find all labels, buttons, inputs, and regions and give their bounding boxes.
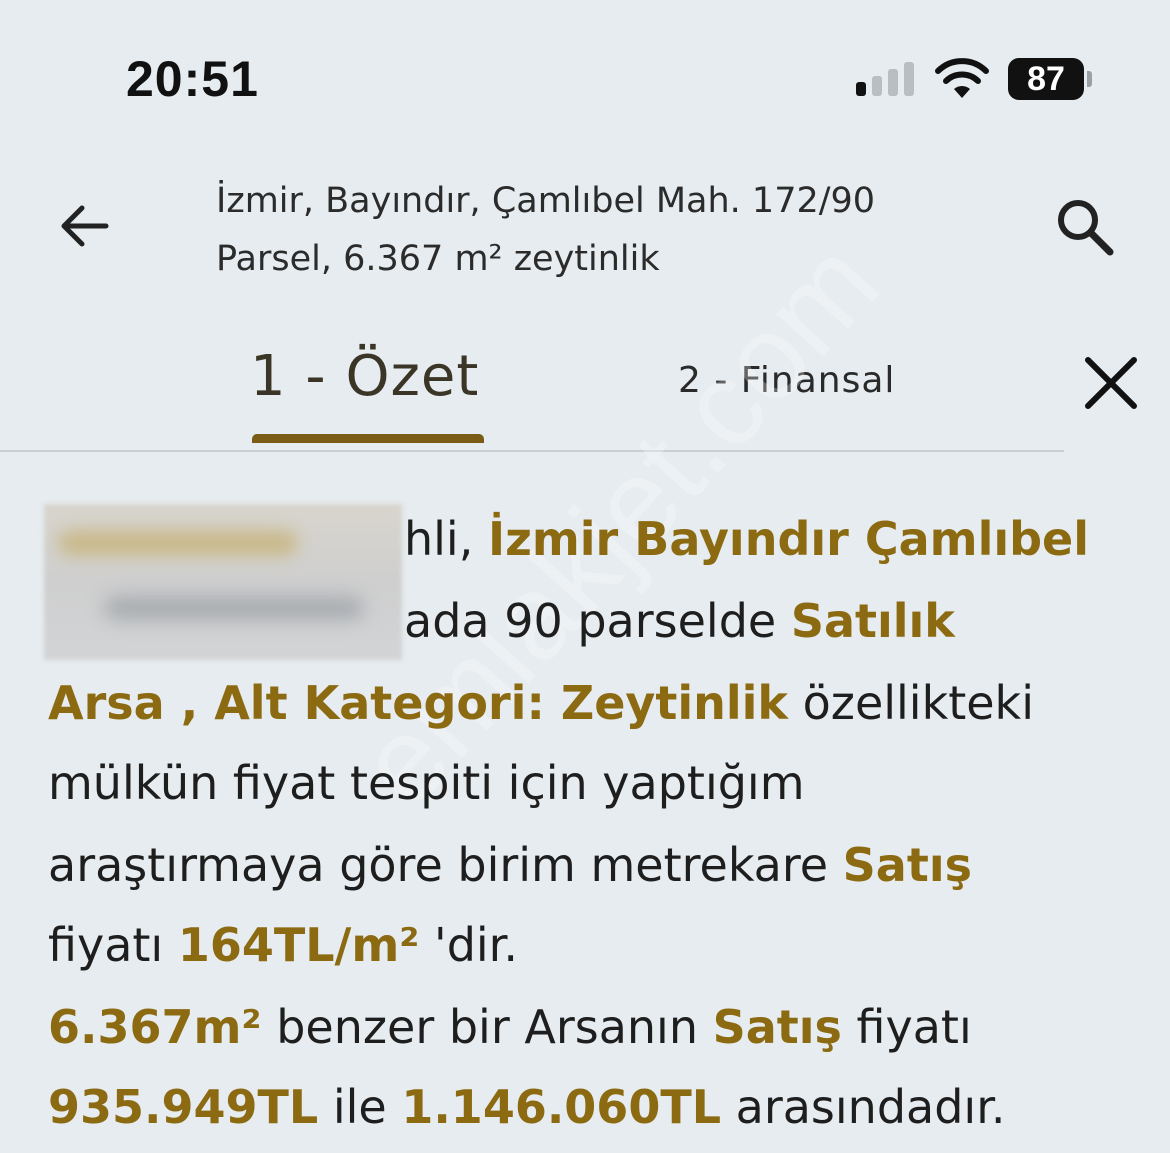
tab-divider: [0, 450, 1064, 452]
highlight-area: 6.367m²: [48, 1000, 262, 1054]
summary-line-2: ada 90 parselde Satılık: [404, 594, 955, 648]
summary-line-7: 6.367m² benzer bir Arsanın Satış fiyatı: [48, 1000, 972, 1054]
text: ile: [318, 1080, 402, 1134]
active-tab-indicator: [252, 434, 484, 443]
highlight-location: İzmir Bayındır Çamlıbel: [487, 512, 1090, 566]
screen: 20:51 87 İzmir, Bayındır, Çamlıbel Mah. …: [0, 0, 1170, 1153]
summary-line-4: mülkün fiyat tespiti için yaptığım: [48, 756, 805, 810]
text: 'dir.: [419, 918, 518, 972]
summary-line-6: fiyatı 164TL/m² 'dir.: [48, 918, 518, 972]
status-time: 20:51: [126, 51, 259, 107]
title-line-1: İzmir, Bayındır, Çamlıbel Mah. 172/90: [216, 181, 876, 221]
text: özellikteki: [788, 676, 1034, 730]
highlight-status: Satılık: [790, 594, 955, 648]
battery-icon: 87: [1008, 58, 1084, 100]
cellular-signal-icon: [856, 60, 916, 96]
summary-line-3: Arsa , Alt Kategori: Zeytinlik özellikte…: [48, 676, 1034, 730]
highlight-sale: Satış: [712, 1000, 842, 1054]
summary-line-8: 935.949TL ile 1.146.060TL arasındadır.: [48, 1080, 1006, 1134]
highlight-unit-price: 164TL/m²: [177, 918, 420, 972]
highlight-category: Arsa , Alt Kategori: Zeytinlik: [48, 676, 789, 730]
battery-nub: [1087, 71, 1092, 87]
text: fiyatı: [48, 918, 178, 972]
summary-line-1: hli, İzmir Bayındır Çamlıbel: [404, 512, 1089, 566]
text: hli,: [404, 512, 488, 566]
redacted-text-blur: [44, 504, 402, 660]
text: ada 90 parselde: [404, 594, 791, 648]
close-icon[interactable]: [1082, 354, 1140, 412]
title-line-2: Parsel, 6.367 m² zeytinlik: [216, 239, 660, 279]
search-icon[interactable]: [1054, 196, 1116, 258]
tab-ozet[interactable]: 1 - Özet: [250, 344, 479, 409]
highlight-sale: Satış: [842, 838, 972, 892]
text: benzer bir Arsanın: [261, 1000, 713, 1054]
page-title: İzmir, Bayındır, Çamlıbel Mah. 172/90 Pa…: [216, 172, 996, 288]
battery-level: 87: [1027, 59, 1065, 98]
text: araştırmaya göre birim metrekare: [48, 838, 843, 892]
text: fiyatı: [841, 1000, 972, 1054]
wifi-icon: [935, 58, 989, 98]
summary-line-5: araştırmaya göre birim metrekare Satış: [48, 838, 972, 892]
text: arasındadır.: [721, 1080, 1006, 1134]
highlight-min-price: 935.949TL: [48, 1080, 319, 1134]
arrow-left-icon[interactable]: [56, 198, 112, 254]
highlight-max-price: 1.146.060TL: [401, 1080, 722, 1134]
